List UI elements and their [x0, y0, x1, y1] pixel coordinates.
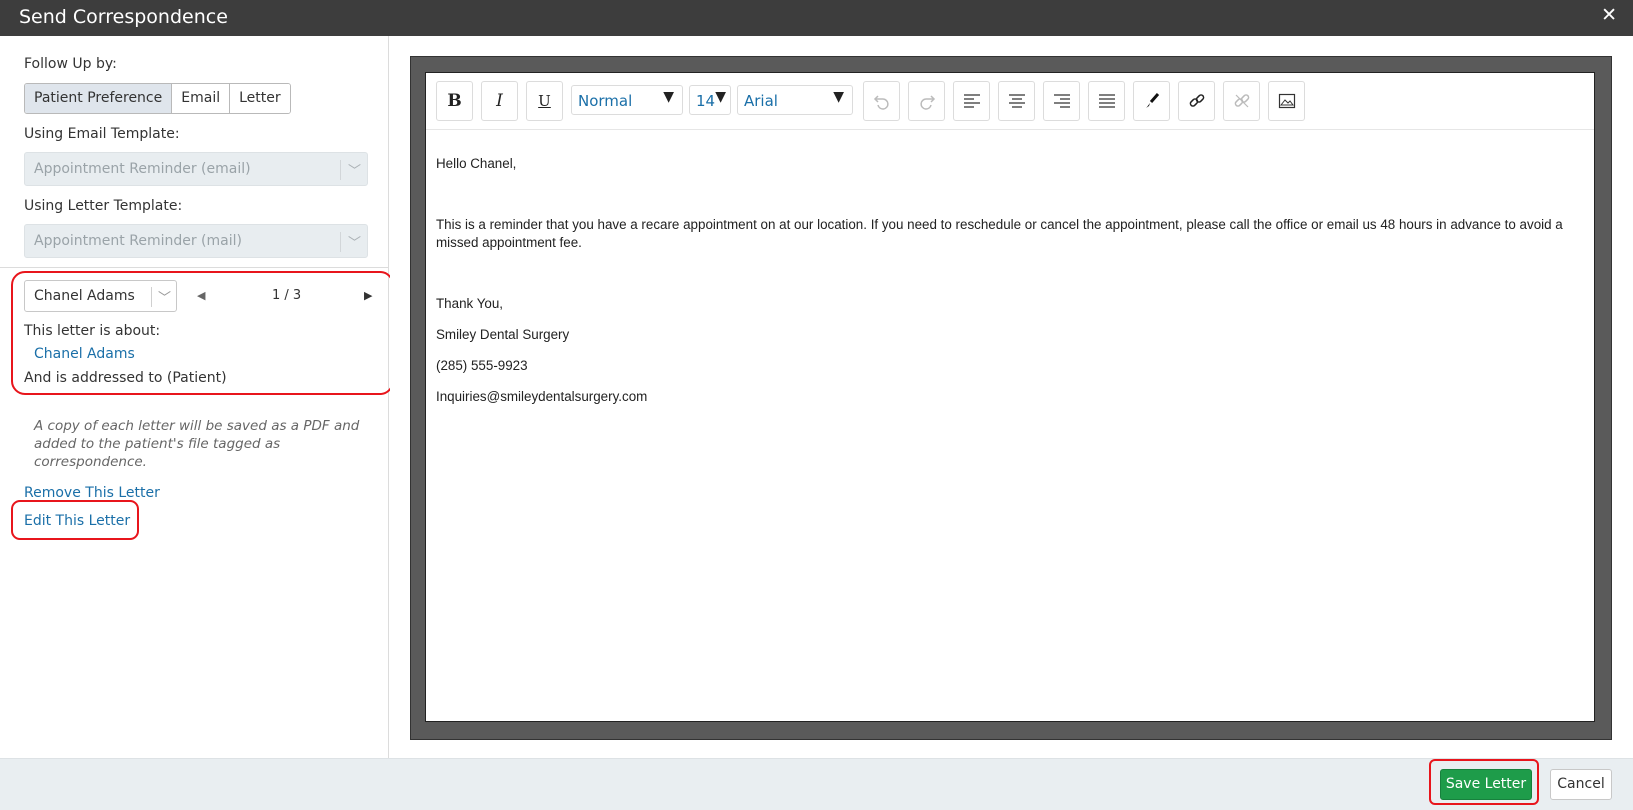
- align-left-icon[interactable]: [953, 81, 990, 121]
- letter-paragraph: This is a reminder that you have a recar…: [436, 217, 1563, 250]
- highlight-box-patient: [11, 271, 394, 395]
- undo-icon[interactable]: [863, 81, 900, 121]
- left-panel: [0, 36, 389, 758]
- paragraph-style-select[interactable]: Normal ▼: [571, 85, 683, 115]
- close-icon[interactable]: ✕: [1601, 4, 1617, 26]
- dialog-title: Send Correspondence: [19, 6, 228, 28]
- font-size-select[interactable]: 14 ▼: [689, 85, 731, 115]
- letter-practice-name: Smiley Dental Surgery: [436, 327, 570, 342]
- select-divider: [340, 160, 341, 180]
- editor-toolbar: B I U Normal ▼ 14 ▼ Arial ▼: [426, 73, 1594, 130]
- letter-greeting: Hello Chanel,: [436, 156, 517, 171]
- title-bar: Send Correspondence ✕: [0, 0, 1633, 36]
- letter-template-label: Using Letter Template:: [24, 198, 183, 214]
- redo-icon[interactable]: [908, 81, 945, 121]
- send-correspondence-dialog: Send Correspondence ✕ Follow Up by: Pati…: [0, 0, 1633, 810]
- select-divider: [340, 232, 341, 252]
- letter-template-value: Appointment Reminder (mail): [34, 233, 242, 249]
- email-template-select: Appointment Reminder (email) ﹀: [24, 152, 368, 186]
- bold-icon[interactable]: B: [436, 81, 473, 121]
- caret-down-icon: ▼: [663, 89, 674, 105]
- dialog-footer: [0, 758, 1633, 810]
- remove-letter-link[interactable]: Remove This Letter: [24, 485, 160, 501]
- letter-email: Inquiries@smileydentalsurgery.com: [436, 389, 648, 404]
- font-family-value: Arial: [744, 92, 778, 110]
- letter-body[interactable]: Hello Chanel, This is a reminder that yo…: [436, 155, 1586, 406]
- email-template-label: Using Email Template:: [24, 126, 180, 142]
- caret-down-icon: ▼: [715, 89, 726, 105]
- image-icon[interactable]: [1268, 81, 1305, 121]
- email-template-value: Appointment Reminder (email): [34, 161, 251, 177]
- font-size-value: 14: [696, 92, 716, 110]
- chevron-down-icon: ﹀: [347, 236, 361, 251]
- align-right-icon[interactable]: [1043, 81, 1080, 121]
- chevron-down-icon: ﹀: [347, 164, 361, 179]
- text-color-brush-icon[interactable]: [1133, 81, 1170, 121]
- align-justify-icon[interactable]: [1088, 81, 1125, 121]
- follow-up-email-button[interactable]: Email: [171, 84, 230, 113]
- link-icon[interactable]: [1178, 81, 1215, 121]
- italic-icon[interactable]: I: [481, 81, 518, 121]
- follow-up-letter-button[interactable]: Letter: [229, 84, 290, 113]
- follow-up-toggle-group: Patient Preference Email Letter: [24, 83, 291, 114]
- underline-icon[interactable]: U: [526, 81, 563, 121]
- letter-phone: (285) 555-9923: [436, 358, 528, 373]
- letter-template-select: Appointment Reminder (mail) ﹀: [24, 224, 368, 258]
- font-family-select[interactable]: Arial ▼: [737, 85, 853, 115]
- save-letter-button[interactable]: Save Letter: [1440, 769, 1532, 800]
- follow-up-patient-preference-button[interactable]: Patient Preference: [25, 84, 172, 113]
- highlight-box-edit: [11, 500, 139, 540]
- align-center-icon[interactable]: [998, 81, 1035, 121]
- paragraph-style-value: Normal: [578, 92, 633, 110]
- cancel-button[interactable]: Cancel: [1550, 769, 1612, 800]
- unlink-icon[interactable]: [1223, 81, 1260, 121]
- section-divider: [0, 267, 389, 268]
- rich-text-editor: B I U Normal ▼ 14 ▼ Arial ▼ Hello Chanel…: [425, 72, 1595, 722]
- caret-down-icon: ▼: [833, 89, 844, 105]
- follow-up-label: Follow Up by:: [24, 56, 117, 72]
- pdf-copy-note: A copy of each letter will be saved as a…: [34, 418, 360, 470]
- letter-closing: Thank You,: [436, 296, 504, 311]
